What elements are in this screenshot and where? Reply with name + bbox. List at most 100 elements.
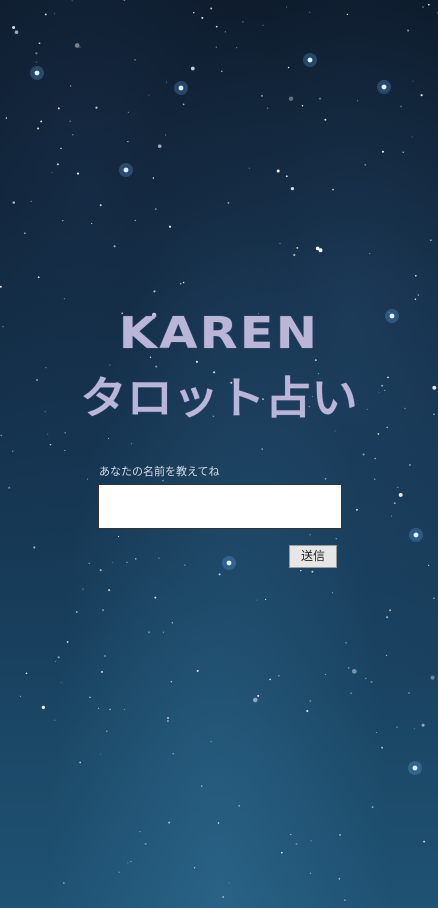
star	[12, 201, 15, 204]
star	[123, 0, 126, 1]
star	[309, 872, 312, 874]
star	[37, 127, 40, 130]
star	[5, 117, 8, 119]
star	[227, 201, 230, 204]
starfield-background	[0, 0, 438, 901]
star	[134, 59, 136, 61]
glow-star	[226, 560, 232, 566]
star	[429, 239, 432, 242]
star	[166, 719, 169, 723]
star	[364, 677, 367, 680]
star	[0, 285, 2, 288]
star	[236, 47, 238, 49]
star	[14, 30, 19, 35]
star	[391, 515, 393, 517]
star	[324, 477, 327, 480]
star	[217, 822, 220, 824]
star	[432, 597, 435, 600]
star	[371, 806, 374, 809]
star	[144, 842, 147, 845]
glow-star	[307, 57, 313, 63]
star	[87, 478, 89, 480]
star	[222, 896, 224, 898]
star	[193, 867, 196, 869]
star	[167, 717, 169, 719]
star	[51, 172, 53, 173]
star	[162, 479, 164, 482]
glow-star	[413, 532, 419, 538]
star	[64, 449, 66, 451]
star	[215, 25, 218, 28]
star	[89, 696, 91, 698]
star	[374, 478, 376, 480]
star	[79, 46, 81, 48]
submit-button[interactable]: 送信	[289, 545, 337, 568]
star	[60, 682, 62, 684]
star	[210, 740, 212, 742]
star	[79, 761, 82, 764]
star	[95, 106, 98, 109]
star	[102, 609, 104, 611]
star	[111, 562, 113, 563]
star	[66, 641, 69, 643]
star	[332, 188, 334, 191]
star	[301, 104, 304, 107]
star	[118, 871, 120, 873]
star	[139, 831, 141, 833]
star	[261, 94, 263, 97]
star	[148, 94, 150, 96]
name-input[interactable]	[98, 484, 342, 529]
star	[389, 609, 392, 612]
star	[310, 840, 312, 842]
star	[414, 274, 417, 277]
star	[362, 453, 365, 456]
star	[11, 450, 14, 452]
star	[266, 107, 269, 109]
star	[55, 661, 57, 662]
star	[335, 538, 337, 540]
star	[347, 667, 350, 669]
star	[54, 13, 55, 15]
star	[339, 833, 342, 836]
star	[422, 6, 424, 8]
star	[91, 222, 93, 225]
star	[286, 6, 288, 8]
star	[253, 697, 258, 703]
star	[99, 204, 102, 207]
star	[154, 208, 157, 211]
star	[396, 726, 398, 728]
star	[127, 111, 129, 113]
star	[276, 169, 280, 173]
star	[338, 878, 341, 880]
star	[82, 588, 84, 590]
star	[324, 118, 327, 121]
star	[290, 833, 292, 836]
star	[414, 298, 417, 300]
star	[97, 707, 100, 709]
glow-star	[412, 765, 418, 771]
star	[38, 42, 41, 45]
star	[293, 253, 296, 257]
star	[76, 172, 80, 175]
star	[69, 120, 72, 123]
star	[75, 611, 78, 613]
star	[35, 52, 38, 55]
star	[324, 674, 326, 675]
star	[397, 486, 399, 488]
star	[355, 508, 358, 511]
star	[377, 433, 380, 435]
star	[108, 589, 111, 592]
star	[309, 700, 312, 702]
star	[386, 616, 389, 619]
star	[278, 674, 280, 677]
star	[369, 252, 371, 255]
star	[25, 672, 28, 675]
star	[134, 219, 137, 222]
star	[100, 753, 102, 755]
star	[224, 31, 226, 33]
star	[386, 426, 389, 429]
star	[165, 81, 168, 83]
star	[24, 232, 26, 234]
star	[218, 573, 221, 576]
star	[49, 443, 52, 446]
